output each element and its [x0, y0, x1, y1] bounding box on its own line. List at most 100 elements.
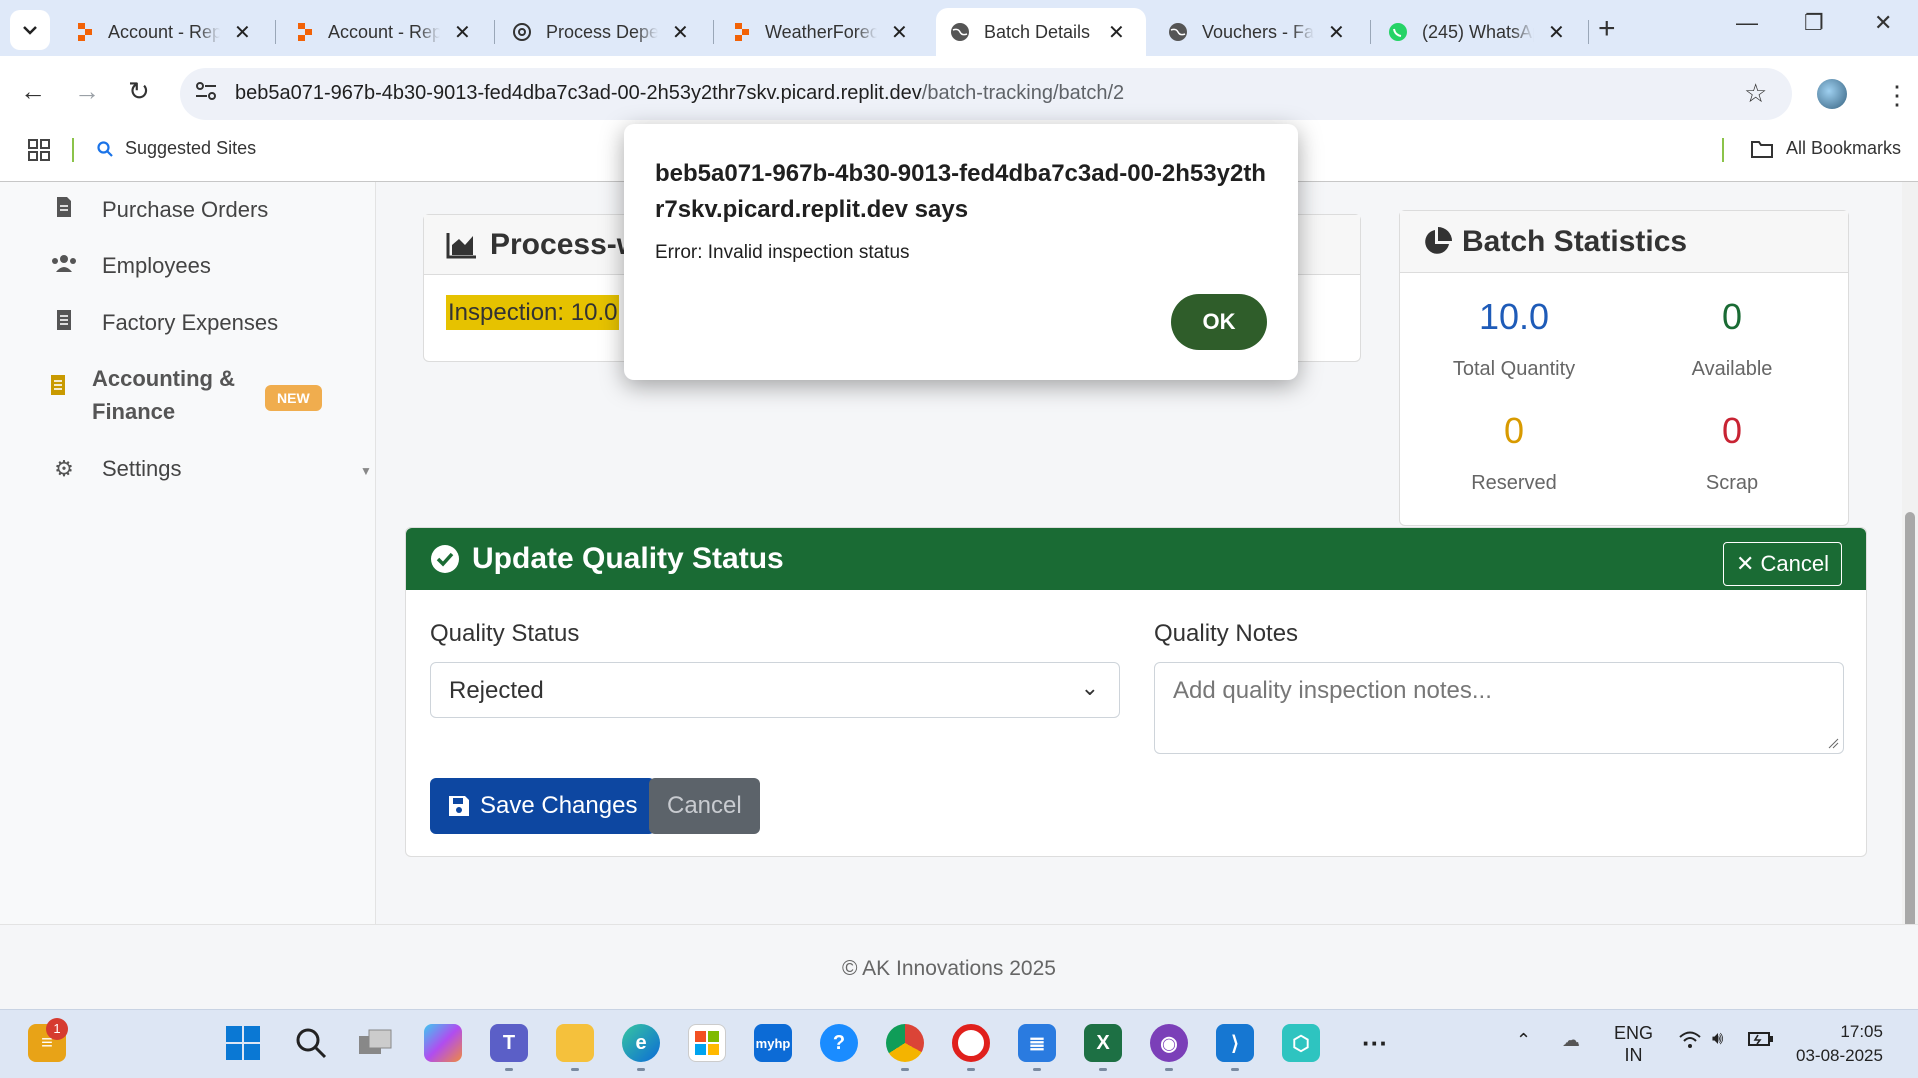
all-bookmarks-button[interactable]: All Bookmarks	[1750, 138, 1901, 159]
volume-icon[interactable]: 🔊︎	[1712, 1028, 1723, 1049]
browser-tab-1[interactable]: Account - Rep ✕	[60, 8, 265, 56]
notepad-icon[interactable]: ≣	[1018, 1024, 1056, 1062]
browser-tab-7[interactable]: (245) WhatsAp ✕	[1374, 8, 1579, 56]
excel-icon[interactable]: X	[1084, 1024, 1122, 1062]
tab-search-button[interactable]	[10, 10, 50, 50]
header-cancel-button[interactable]: ✕ Cancel	[1722, 542, 1842, 586]
close-icon[interactable]: ✕	[891, 20, 908, 45]
teams-icon[interactable]: T	[490, 1024, 528, 1062]
browser-tab-6[interactable]: Vouchers - Fa ✕	[1154, 8, 1359, 56]
tab-separator	[713, 20, 714, 44]
app-hexagon-icon[interactable]: ⬡	[1282, 1024, 1320, 1062]
battery-icon[interactable]	[1748, 1030, 1774, 1053]
browser-menu-icon[interactable]: ⋮	[1884, 80, 1910, 111]
all-bookmarks-label: All Bookmarks	[1786, 138, 1902, 158]
site-settings-icon[interactable]	[194, 80, 218, 107]
sidebar-item-label: Settings	[102, 456, 182, 481]
myhp-icon[interactable]: myhp	[754, 1024, 792, 1062]
tab-title: WeatherForec	[765, 21, 877, 42]
quality-notes-textarea[interactable]: Add quality inspection notes...	[1154, 662, 1844, 754]
update-quality-status-header: Update Quality Status	[406, 528, 1866, 590]
edge-icon[interactable]: e	[622, 1024, 660, 1062]
save-changes-button[interactable]: Save Changes	[430, 778, 656, 834]
browser-tab-4[interactable]: WeatherForec ✕	[717, 8, 922, 56]
cancel-button[interactable]: Cancel	[649, 778, 760, 834]
bookmark-divider	[1722, 138, 1724, 162]
profile-avatar[interactable]	[1817, 79, 1847, 109]
browser-tab-3[interactable]: Process Deper ✕	[498, 8, 703, 56]
sidebar-item-factory-expenses[interactable]: Factory Expenses	[50, 309, 278, 337]
show-hidden-icons-chevron-icon[interactable]: ⌃	[1516, 1030, 1531, 1051]
folder-icon	[1751, 140, 1773, 158]
new-badge: NEW	[265, 385, 322, 411]
forward-arrow-icon[interactable]: →	[74, 76, 100, 107]
close-icon[interactable]: ✕	[454, 20, 471, 45]
windows-start-icon[interactable]	[224, 1024, 262, 1062]
microsoft-store-icon[interactable]	[688, 1024, 726, 1062]
task-view-icon[interactable]	[356, 1024, 394, 1062]
page-scrollbar[interactable]	[1902, 182, 1918, 1009]
globe-icon	[950, 22, 970, 42]
close-icon[interactable]: ✕	[1328, 20, 1345, 45]
quality-notes-placeholder: Add quality inspection notes...	[1173, 677, 1492, 704]
file-explorer-icon[interactable]	[556, 1024, 594, 1062]
running-indicator	[505, 1068, 513, 1071]
ok-button[interactable]: OK	[1171, 294, 1267, 350]
system-clock[interactable]: 17:05 03-08-2025	[1796, 1020, 1883, 1068]
wifi-icon[interactable]	[1678, 1030, 1702, 1055]
suggested-sites-bookmark[interactable]: Suggested Sites	[97, 138, 256, 159]
get-help-icon[interactable]: ?	[820, 1024, 858, 1062]
scrollbar-thumb[interactable]	[1905, 512, 1915, 992]
copilot-icon[interactable]	[424, 1024, 462, 1062]
vscode-icon[interactable]: ⟩	[1216, 1024, 1254, 1062]
reload-icon[interactable]: ↻	[128, 76, 150, 107]
sidebar-scroll-down-icon[interactable]: ▼	[360, 464, 372, 478]
onedrive-cloud-icon[interactable]: ☁	[1562, 1030, 1580, 1051]
check-circle-icon	[431, 545, 459, 573]
more-apps-icon[interactable]: ···	[1356, 1024, 1394, 1062]
quality-status-select[interactable]: Rejected ⌄	[430, 662, 1120, 718]
search-icon[interactable]	[292, 1024, 330, 1062]
bookmark-star-icon[interactable]: ☆	[1744, 78, 1767, 109]
minimize-icon[interactable]: —	[1736, 10, 1758, 36]
window-close-icon[interactable]: ✕	[1874, 10, 1892, 36]
tab-title: Vouchers - Fa	[1202, 21, 1314, 42]
scrap-label: Scrap	[1705, 472, 1759, 494]
new-tab-plus-icon[interactable]: +	[1598, 12, 1616, 46]
close-icon: ✕	[1735, 551, 1755, 576]
browser-tab-2[interactable]: Account - Rep ✕	[280, 8, 485, 56]
tab-title: Process Deper	[546, 21, 658, 42]
apps-grid-icon[interactable]	[28, 139, 50, 166]
restore-icon[interactable]: ❐	[1804, 10, 1824, 36]
reserved-value: 0	[1503, 410, 1525, 451]
clock-time: 17:05	[1840, 1022, 1883, 1041]
scrap-value: 0	[1721, 410, 1743, 451]
receipt-icon	[50, 309, 78, 337]
batch-statistics-title: Batch Statistics	[1462, 224, 1688, 258]
sidebar-item-settings[interactable]: ⚙ Settings	[50, 456, 182, 482]
sidebar-item-purchase-orders[interactable]: Purchase Orders	[50, 196, 268, 224]
close-icon[interactable]: ✕	[1108, 20, 1125, 45]
close-icon[interactable]: ✕	[1548, 20, 1565, 45]
chrome-icon[interactable]	[886, 1024, 924, 1062]
close-icon[interactable]: ✕	[234, 20, 251, 45]
close-icon[interactable]: ✕	[672, 20, 689, 45]
available-label: Available	[1691, 358, 1773, 380]
sidebar-item-accounting-finance[interactable]: Accounting & Finance	[50, 362, 242, 428]
running-indicator	[571, 1068, 579, 1071]
sidebar-item-employees[interactable]: Employees	[50, 253, 211, 279]
github-desktop-icon[interactable]: ◉	[1150, 1024, 1188, 1062]
tab-title: Account - Rep	[328, 21, 440, 42]
resize-handle-icon[interactable]	[1827, 737, 1839, 749]
opera-icon[interactable]	[952, 1024, 990, 1062]
language-indicator[interactable]: ENG IN	[1614, 1022, 1653, 1066]
document-icon	[50, 196, 78, 224]
inspection-highlight: Inspection: 10.0	[446, 295, 620, 330]
available-value: 0	[1721, 296, 1743, 337]
clock-date: 03-08-2025	[1796, 1046, 1883, 1065]
users-icon	[50, 253, 78, 279]
url-text[interactable]: beb5a071-967b-4b30-9013-fed4dba7c3ad-00-…	[235, 82, 1124, 105]
browser-tab-active[interactable]: Batch Details ✕	[936, 8, 1146, 56]
area-chart-icon	[446, 232, 476, 258]
back-arrow-icon[interactable]: ←	[20, 76, 46, 107]
